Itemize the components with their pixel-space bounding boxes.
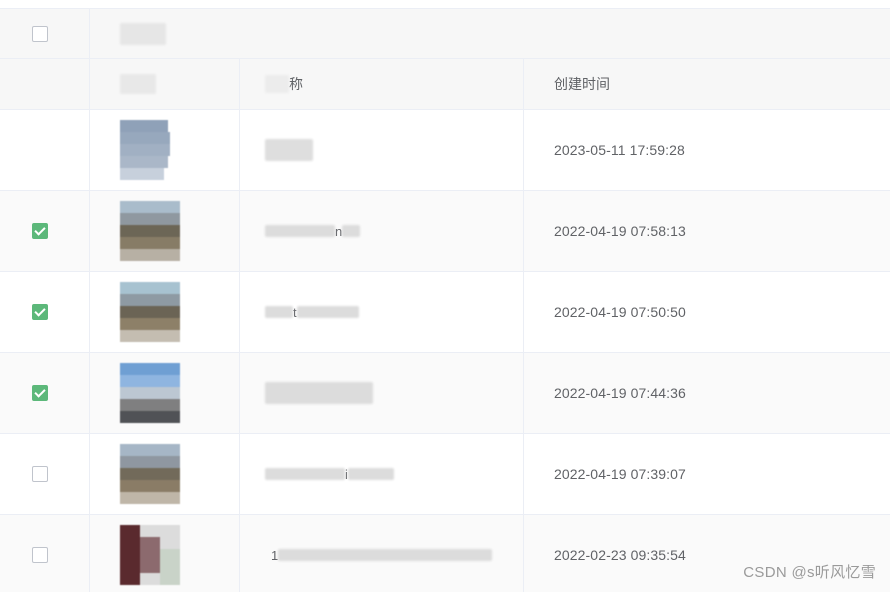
table-header-row: 称 创建时间 [0,59,890,110]
masked-name-block [265,468,345,480]
thumb-cell [90,191,240,271]
page: 称 创建时间 2023-05-11 17:59:28 n 2022-04-19 … [0,0,890,592]
masked-name [265,139,313,161]
thumb-cell [90,434,240,514]
created-at: 2022-02-23 09:35:54 [554,547,686,563]
table-row[interactable]: 2023-05-11 17:59:28 [0,110,890,191]
image-thumbnail-icon[interactable] [120,363,180,423]
thumb-cell [90,353,240,433]
time-cell: 2022-04-19 07:58:13 [524,191,890,271]
image-thumbnail-icon[interactable] [120,120,180,180]
thumb-cell [90,515,240,592]
masked-name: n [265,223,361,239]
name-cell: n [240,191,524,271]
row-check-cell [0,110,90,190]
created-at: 2022-04-19 07:58:13 [554,223,686,239]
row-check-cell [0,515,90,592]
created-at: 2023-05-11 17:59:28 [554,142,685,158]
data-table: 称 创建时间 2023-05-11 17:59:28 n 2022-04-19 … [0,8,890,592]
image-thumbnail-icon[interactable] [120,444,180,504]
name-cell [240,353,524,433]
masked-name-block [265,382,373,404]
watermark-text: CSDN @s听风忆雪 [743,564,876,581]
time-cell: 2022-04-19 07:44:36 [524,353,890,433]
name-fragment: 1 [271,547,279,563]
header-name-label: 称 [289,76,303,92]
masked-name [265,382,373,404]
thumb-cell [90,110,240,190]
select-all-checkbox[interactable] [31,25,48,42]
masked-name-block [347,468,394,480]
row-checkbox[interactable] [31,223,48,239]
name-cell: i [240,434,524,514]
created-at: 2022-04-19 07:44:36 [554,385,686,401]
header-time-cell: 创建时间 [524,59,890,109]
row-check-cell [0,434,90,514]
name-cell: 1 [240,515,524,592]
masked-header-name-prefix [265,75,289,93]
image-thumbnail-icon[interactable] [120,282,180,342]
created-at: 2022-04-19 07:50:50 [554,304,686,320]
masked-name: t [265,305,359,320]
table-row[interactable]: i 2022-04-19 07:39:07 [0,434,890,515]
masked-name-block [265,139,313,161]
header-name-cell: 称 [240,59,524,109]
time-cell: 2023-05-11 17:59:28 [524,110,890,190]
select-all-cell [0,9,90,58]
masked-header-label [120,74,156,94]
row-checkbox[interactable] [31,304,48,320]
masked-group-title [120,22,166,45]
thumb-cell [90,272,240,352]
name-cell: t [240,272,524,352]
table-select-all-row [0,8,890,59]
row-checkbox[interactable] [31,466,48,482]
masked-name: 1 [265,547,493,563]
table-row[interactable]: 2022-04-19 07:44:36 [0,353,890,434]
group-title-cell [90,9,890,58]
header-time-label: 创建时间 [554,76,610,92]
masked-name-block [265,306,293,318]
name-cell [240,110,524,190]
created-at: 2022-04-19 07:39:07 [554,466,686,482]
name-fragment: n [335,223,343,239]
masked-name-block [342,225,361,237]
table-row[interactable]: n 2022-04-19 07:58:13 [0,191,890,272]
table-row[interactable]: t 2022-04-19 07:50:50 [0,272,890,353]
masked-name-block [278,549,493,561]
row-check-cell [0,191,90,271]
time-cell: 2022-04-19 07:50:50 [524,272,890,352]
masked-name: i [265,467,394,482]
row-checkbox[interactable] [31,385,48,401]
masked-name-block [296,306,359,318]
row-check-cell [0,353,90,433]
row-checkbox[interactable] [31,547,48,563]
time-cell: 2022-04-19 07:39:07 [524,434,890,514]
header-thumb-cell [90,59,240,109]
header-check-cell [0,59,90,109]
image-thumbnail-icon[interactable] [120,525,180,585]
masked-name-block [265,225,335,237]
image-thumbnail-icon[interactable] [120,201,180,261]
row-check-cell [0,272,90,352]
